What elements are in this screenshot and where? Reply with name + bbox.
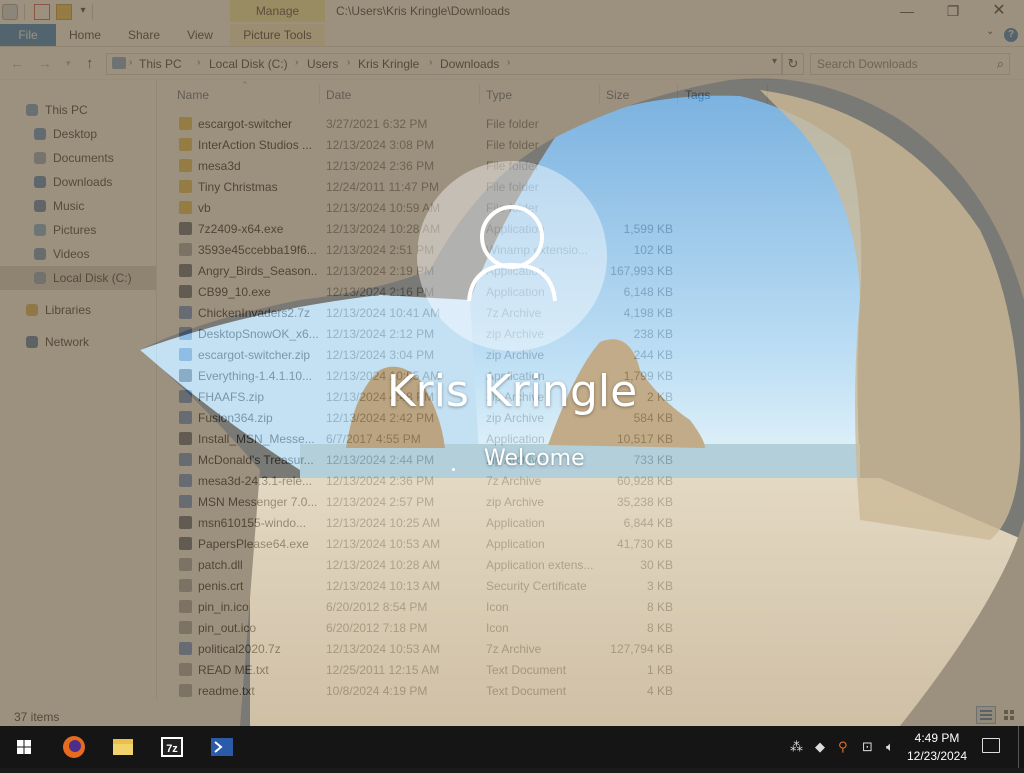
clock-time[interactable]: 4:49 PM <box>912 731 962 745</box>
taskbar-firefox[interactable] <box>50 726 98 768</box>
welcome-screen: Kris Kringle Welcome <box>0 0 1024 726</box>
7zip-icon: 7z <box>161 737 183 757</box>
powershell-icon <box>211 738 233 756</box>
file-explorer-icon <box>113 739 133 755</box>
taskbar-file-explorer[interactable] <box>99 726 147 768</box>
clock-date[interactable]: 12/23/2024 <box>900 749 974 763</box>
svg-text:7z: 7z <box>166 743 178 755</box>
taskbar: 7z ⁂ ◆ ⚲ ⊡ 🔈︎ 4:49 PM 12/23/2024 <box>0 726 1024 768</box>
tray-apps-icon[interactable]: ⁂ <box>790 739 803 755</box>
firefox-icon <box>63 736 85 758</box>
tray-search-everything-icon[interactable]: ⚲ <box>838 739 848 755</box>
show-desktop-button[interactable] <box>1018 726 1024 768</box>
windows-start-icon <box>17 740 31 754</box>
start-button[interactable] <box>0 726 48 768</box>
user-avatar <box>417 161 607 351</box>
taskbar-7zip[interactable]: 7z <box>148 726 196 768</box>
loading-spinner-icon <box>452 468 455 471</box>
user-silhouette-icon <box>467 205 557 302</box>
user-name: Kris Kringle <box>386 366 638 417</box>
network-status-icon[interactable]: ⊡ <box>862 739 873 755</box>
welcome-message: Welcome <box>484 446 585 471</box>
tray-drop-icon[interactable]: ◆ <box>815 739 825 755</box>
volume-icon[interactable]: 🔈︎ <box>886 739 894 755</box>
taskbar-powershell[interactable] <box>198 726 246 768</box>
action-center-icon[interactable] <box>982 738 1000 753</box>
